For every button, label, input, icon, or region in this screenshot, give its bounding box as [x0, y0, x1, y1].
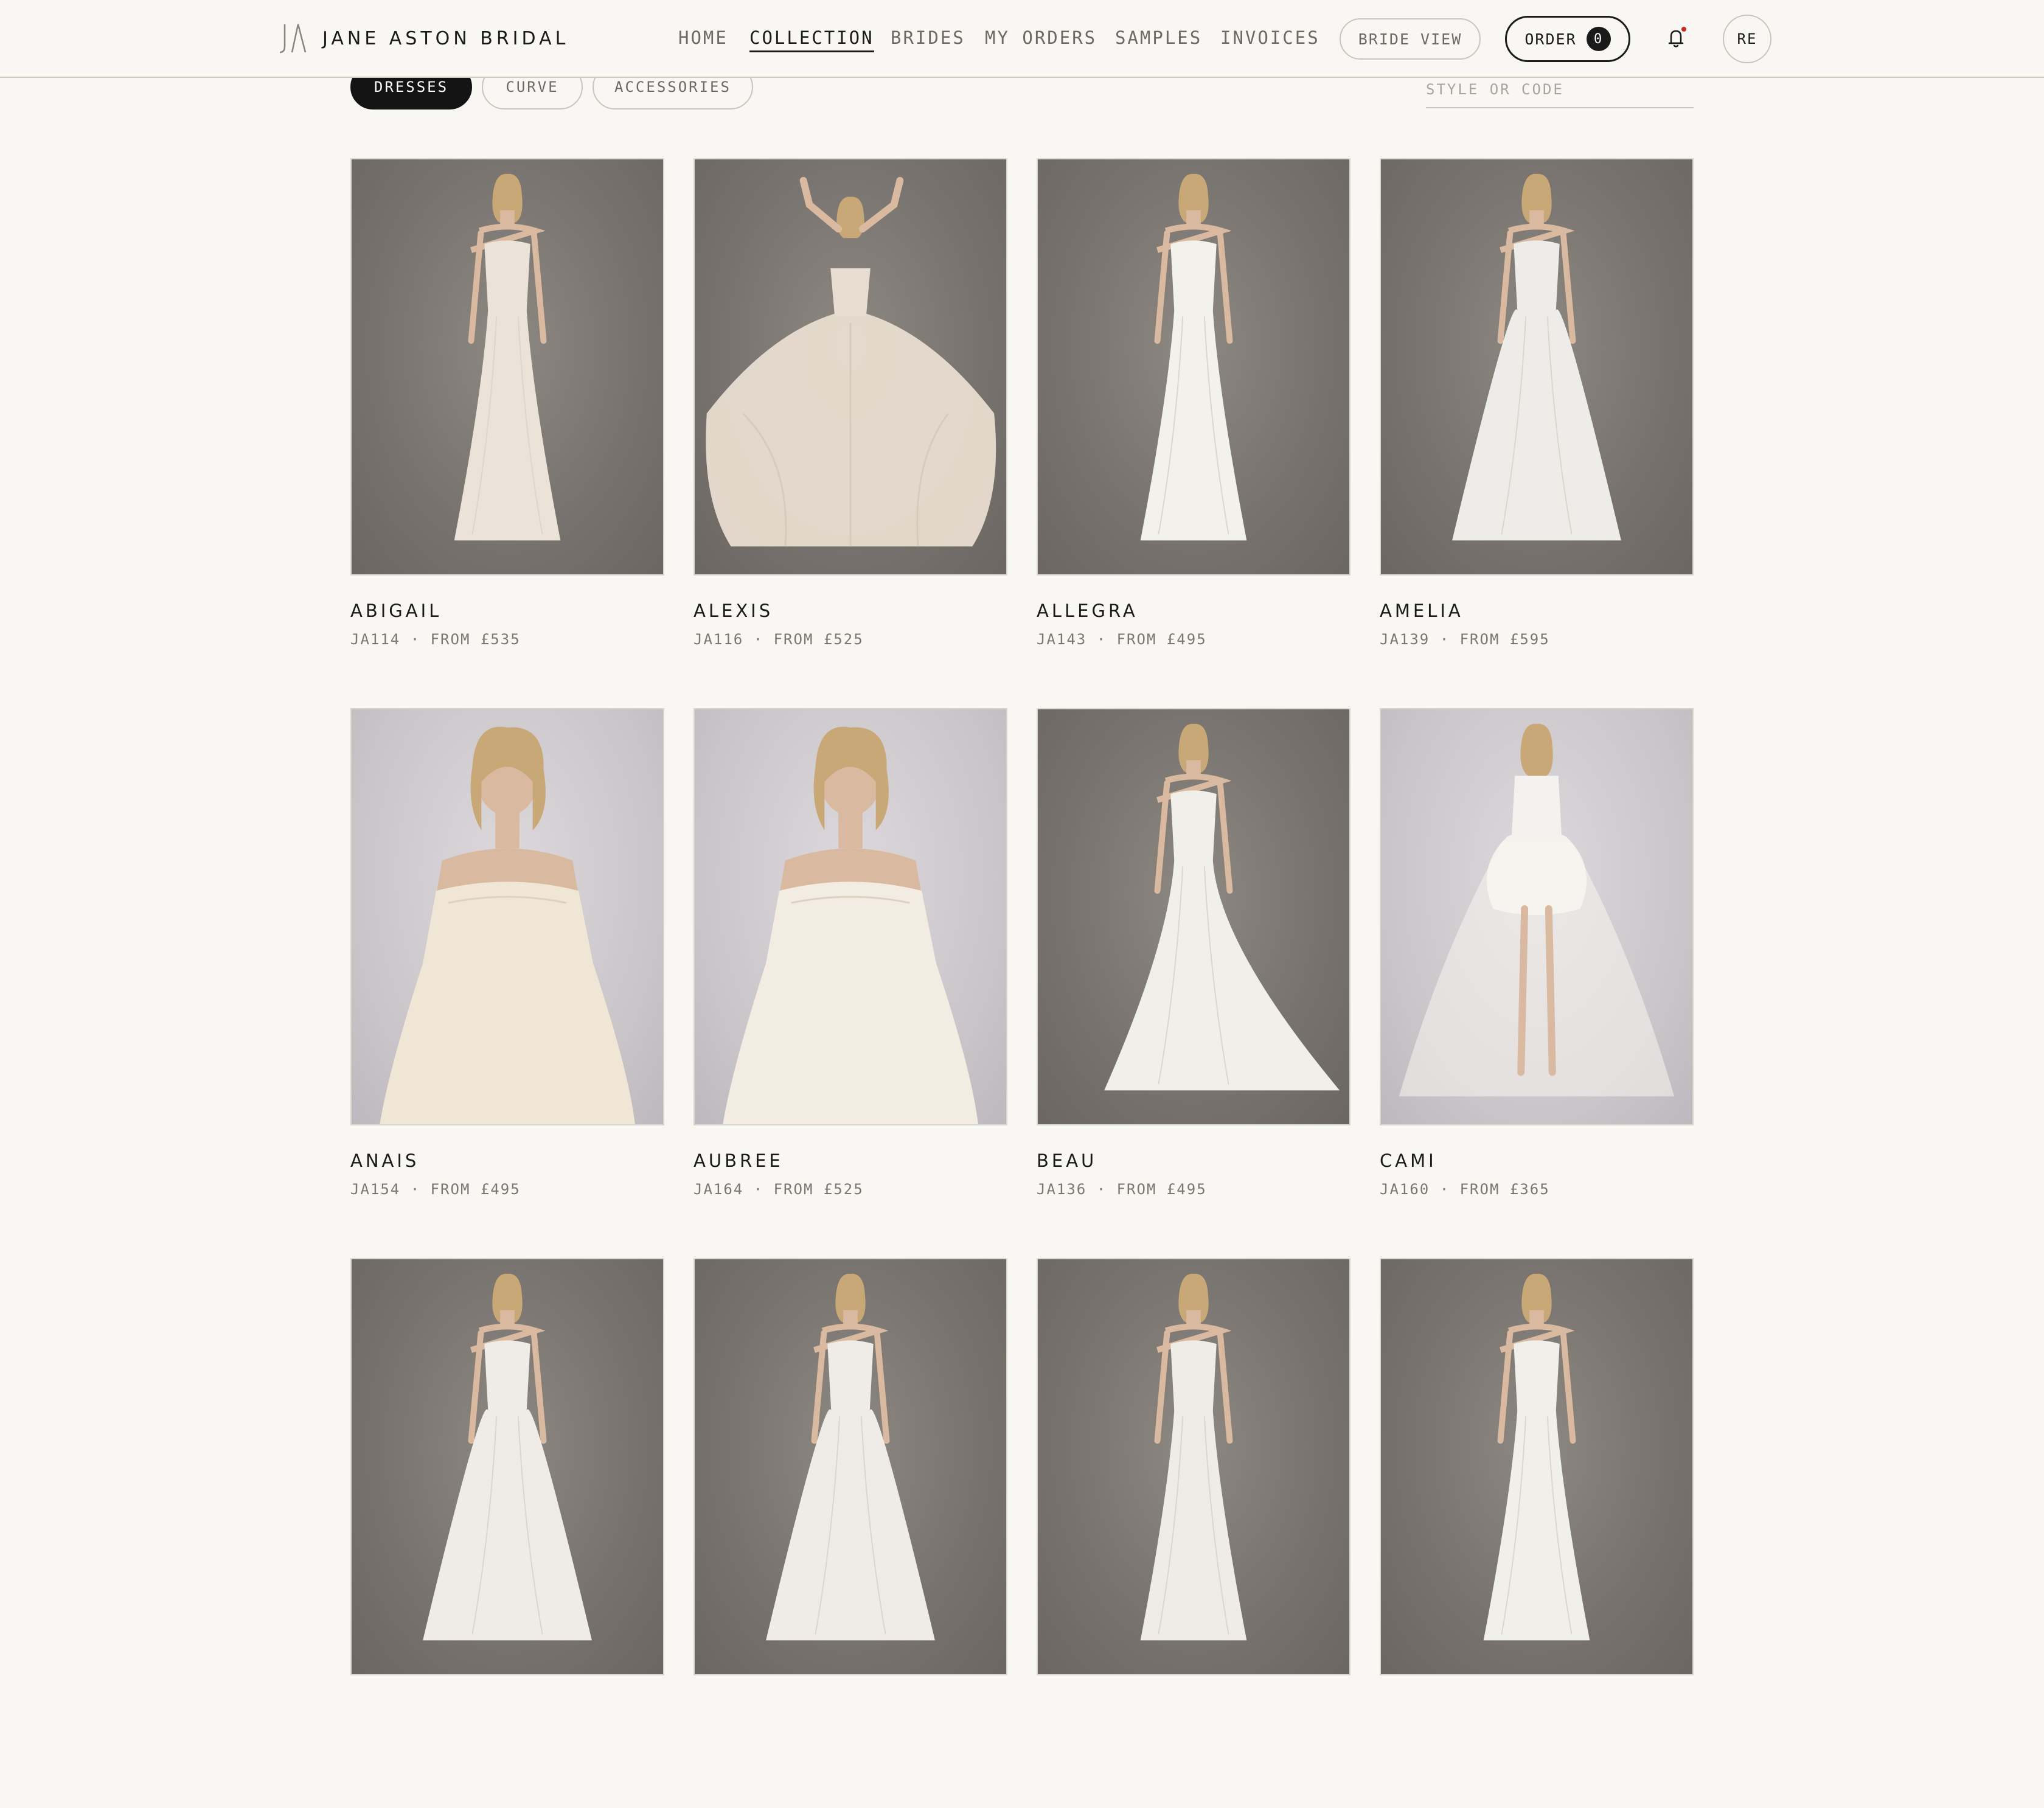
product-photo[interactable] [1380, 158, 1694, 575]
bride-view-button[interactable]: BRIDE VIEW [1340, 18, 1481, 60]
product-photo[interactable] [693, 1258, 1007, 1675]
product-card[interactable]: CAMI JA160 · FROM £365 [1380, 708, 1694, 1258]
product-meta: JA160 · FROM £365 [1380, 1181, 1550, 1198]
order-count-badge: 0 [1586, 27, 1611, 51]
order-button[interactable]: ORDER 0 [1505, 16, 1630, 62]
nav-home[interactable]: HOME [678, 24, 728, 52]
product-card[interactable]: ANAIS JA154 · FROM £495 [350, 708, 664, 1258]
brand-logo-icon[interactable] [279, 22, 307, 55]
product-photo[interactable] [693, 158, 1007, 575]
product-name[interactable]: ABIGAIL [350, 599, 664, 623]
product-card[interactable] [1380, 1258, 1694, 1808]
product-meta: JA136 · FROM £495 [1037, 1181, 1207, 1198]
nav-collection[interactable]: COLLECTION [749, 24, 874, 52]
nav-invoices[interactable]: INVOICES [1220, 24, 1320, 52]
brand-name[interactable]: JANE ASTON BRIDAL [322, 27, 569, 51]
product-meta: JA116 · FROM £525 [693, 631, 864, 648]
nav-brides[interactable]: BRIDES [891, 24, 965, 52]
product-photo[interactable] [1037, 158, 1350, 575]
top-navigation-bar: JANE ASTON BRIDAL HOME COLLECTION BRIDES… [0, 0, 2044, 78]
nav-samples[interactable]: SAMPLES [1115, 24, 1202, 52]
notification-dot [1681, 27, 1686, 32]
product-meta: JA164 · FROM £525 [693, 1181, 864, 1198]
product-meta: JA114 · FROM £535 [350, 631, 521, 648]
product-name[interactable]: CAMI [1380, 1149, 1694, 1173]
product-name[interactable]: AMELIA [1380, 599, 1694, 623]
nav-my-orders[interactable]: MY ORDERS [985, 24, 1097, 52]
product-card[interactable]: BEAU JA136 · FROM £495 [1037, 708, 1350, 1258]
product-card[interactable]: ALLEGRA JA143 · FROM £495 [1037, 158, 1350, 708]
product-photo[interactable] [350, 708, 664, 1125]
product-name[interactable]: ANAIS [350, 1149, 664, 1173]
product-card[interactable]: AUBREE JA164 · FROM £525 [693, 708, 1007, 1258]
product-name[interactable]: ALLEGRA [1037, 599, 1350, 623]
product-card[interactable]: ABIGAIL JA114 · FROM £535 [350, 158, 664, 708]
user-avatar[interactable]: RE [1723, 15, 1771, 63]
product-meta: JA139 · FROM £595 [1380, 631, 1550, 648]
product-card[interactable]: ALEXIS JA116 · FROM £525 [693, 158, 1007, 708]
product-photo[interactable] [350, 158, 664, 575]
product-photo[interactable] [693, 708, 1007, 1125]
product-photo[interactable] [1380, 1258, 1694, 1675]
product-meta: JA143 · FROM £495 [1037, 631, 1207, 648]
notification-bell-icon[interactable] [1666, 27, 1688, 50]
product-meta: JA154 · FROM £495 [350, 1181, 521, 1198]
product-photo[interactable] [1037, 1258, 1350, 1675]
product-photo[interactable] [1380, 708, 1694, 1125]
product-photo[interactable] [1037, 708, 1350, 1125]
order-label: ORDER [1524, 30, 1577, 48]
product-grid: ABIGAIL JA114 · FROM £535 ALEXIS JA116 · F… [350, 158, 1694, 1808]
product-photo[interactable] [350, 1258, 664, 1675]
product-card[interactable] [350, 1258, 664, 1808]
product-card[interactable] [1037, 1258, 1350, 1808]
product-card[interactable]: AMELIA JA139 · FROM £595 [1380, 158, 1694, 708]
product-name[interactable]: ALEXIS [693, 599, 1007, 623]
product-name[interactable]: AUBREE [693, 1149, 1007, 1173]
product-card[interactable] [693, 1258, 1007, 1808]
product-name[interactable]: BEAU [1037, 1149, 1350, 1173]
